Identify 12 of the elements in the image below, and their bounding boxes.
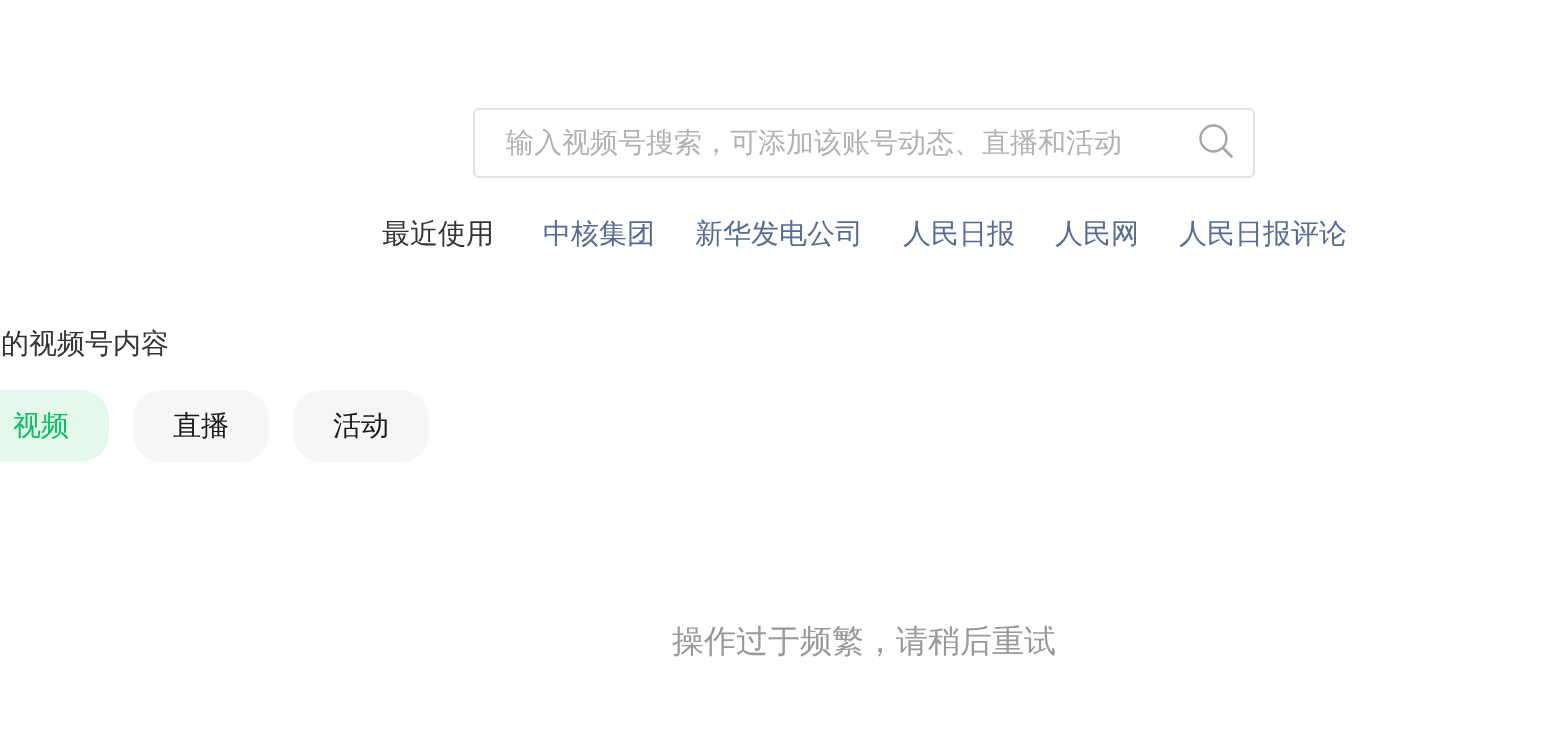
recent-account-link[interactable]: 新华发电公司 [694,214,863,254]
content-tab[interactable]: 直播 [133,390,269,462]
error-message: 操作过于频繁，请稍后重试 [672,622,1056,661]
recent-account-link[interactable]: 人民网 [1054,214,1139,254]
recent-label: 最近使用 [381,217,494,251]
section-heading: 的视频号内容 [0,327,170,361]
search-icon[interactable] [1199,124,1233,158]
recent-account-link[interactable]: 人民日报 [902,214,1015,254]
recent-account-link[interactable]: 中核集团 [542,214,655,254]
recent-account-link[interactable]: 人民日报评论 [1178,214,1347,254]
search-field[interactable]: 输入视频号搜索，可添加该账号动态、直播和活动 [473,108,1255,178]
content-tab[interactable]: 活动 [293,390,429,462]
